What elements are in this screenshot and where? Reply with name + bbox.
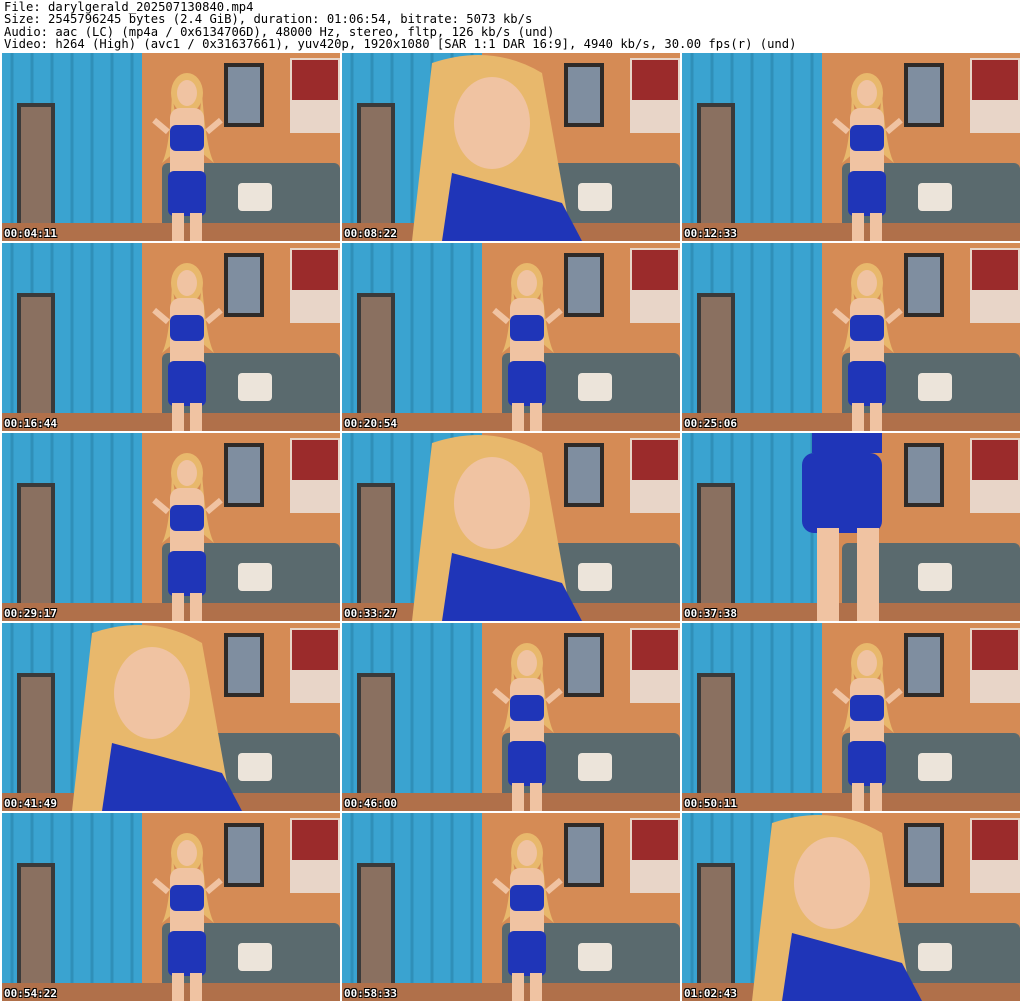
thumbnail-timestamp: 00:08:22 [344, 227, 397, 240]
thumbnail-timestamp: 00:04:11 [4, 227, 57, 240]
thumbnail-timestamp: 00:37:38 [684, 607, 737, 620]
video-thumbnail[interactable]: 00:50:11 [682, 623, 1020, 811]
video-frame [2, 53, 340, 241]
thumbnail-grid: 00:04:11 00:08:22 00:12:33 00:16:44 00:2… [2, 53, 1022, 1003]
video-thumbnail[interactable]: 01:02:43 [682, 813, 1020, 1001]
video-thumbnail[interactable]: 00:25:06 [682, 243, 1020, 431]
video-thumbnail[interactable]: 00:16:44 [2, 243, 340, 431]
video-frame [682, 243, 1020, 431]
video-thumbnail[interactable]: 00:04:11 [2, 53, 340, 241]
video-thumbnail[interactable]: 00:41:49 [2, 623, 340, 811]
thumbnail-timestamp: 00:50:11 [684, 797, 737, 810]
video-thumbnail[interactable]: 00:08:22 [342, 53, 680, 241]
video-thumbnail[interactable]: 00:29:17 [2, 433, 340, 621]
thumbnail-timestamp: 00:54:22 [4, 987, 57, 1000]
thumbnail-timestamp: 00:41:49 [4, 797, 57, 810]
thumbnail-timestamp: 00:25:06 [684, 417, 737, 430]
video-frame [2, 623, 340, 811]
video-frame [342, 623, 680, 811]
video-frame [682, 813, 1020, 1001]
thumbnail-timestamp: 01:02:43 [684, 987, 737, 1000]
thumbnail-timestamp: 00:58:33 [344, 987, 397, 1000]
video-frame [2, 243, 340, 431]
file-size-line: Size: 2545796245 bytes (2.4 GiB), durati… [4, 12, 533, 27]
video-frame [342, 243, 680, 431]
video-thumbnail[interactable]: 00:37:38 [682, 433, 1020, 621]
video-thumbnail[interactable]: 00:20:54 [342, 243, 680, 431]
video-frame [342, 813, 680, 1001]
thumbnail-timestamp: 00:46:00 [344, 797, 397, 810]
video-frame [342, 433, 680, 621]
thumbnail-timestamp: 00:12:33 [684, 227, 737, 240]
video-frame [2, 813, 340, 1001]
video-frame [342, 53, 680, 241]
thumbnail-timestamp: 00:20:54 [344, 417, 397, 430]
video-frame [682, 623, 1020, 811]
video-frame [2, 433, 340, 621]
video-info-line: Video: h264 (High) (avc1 / 0x31637661), … [4, 36, 797, 51]
video-thumbnail[interactable]: 00:54:22 [2, 813, 340, 1001]
thumbnail-timestamp: 00:29:17 [4, 607, 57, 620]
video-frame [682, 433, 1020, 621]
video-thumbnail[interactable]: 00:33:27 [342, 433, 680, 621]
thumbnail-timestamp: 00:33:27 [344, 607, 397, 620]
thumbnail-timestamp: 00:16:44 [4, 417, 57, 430]
video-thumbnail[interactable]: 00:58:33 [342, 813, 680, 1001]
video-frame [682, 53, 1020, 241]
video-thumbnail[interactable]: 00:46:00 [342, 623, 680, 811]
file-info-header: File: darylgerald_202507130840.mp4 Size: … [4, 1, 796, 50]
video-thumbnail[interactable]: 00:12:33 [682, 53, 1020, 241]
